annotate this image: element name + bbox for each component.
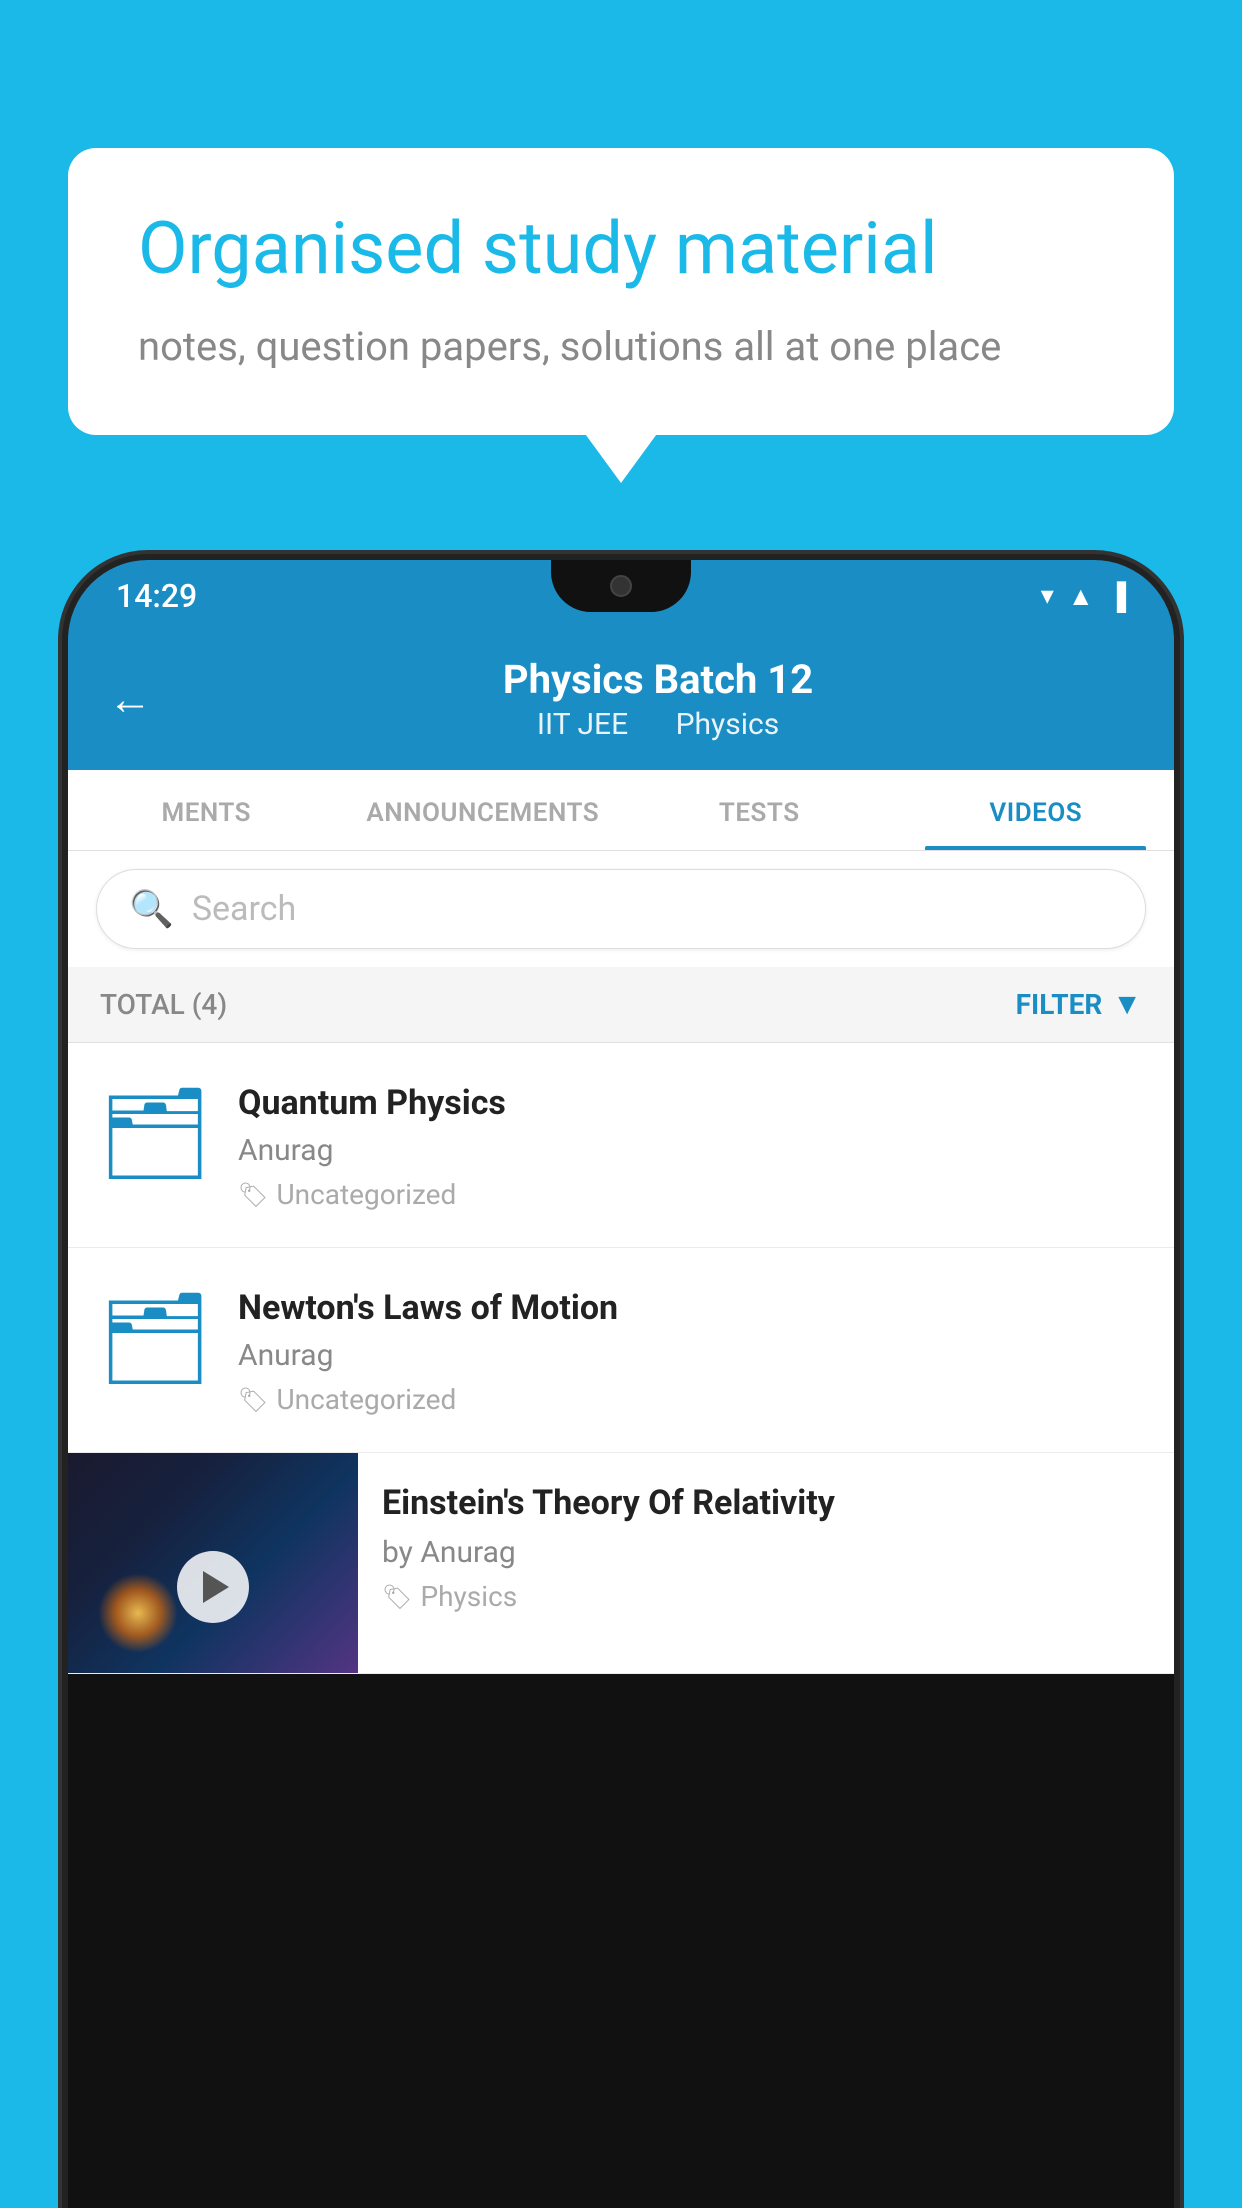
header-subtitle-part1: IIT JEE (537, 707, 628, 742)
camera (610, 575, 632, 597)
list-item[interactable]: 🗂 Quantum Physics Anurag 🏷 Uncategorized (68, 1043, 1174, 1248)
video-thumbnail (68, 1453, 358, 1673)
folder-icon: 🗂 (98, 1294, 212, 1384)
phone-frame: 14:29 ▾ ▲ ▐ ← Physics Batch 12 IIT JEE P… (68, 560, 1174, 2208)
header-title: Physics Batch 12 (503, 656, 813, 703)
tag-label: Uncategorized (276, 1383, 456, 1416)
tag-icon: 🏷 (238, 1181, 268, 1209)
filter-label: FILTER (1016, 988, 1103, 1021)
video-tag: 🏷 Uncategorized (238, 1383, 1142, 1416)
video-tag: 🏷 Physics (382, 1580, 1150, 1613)
video-author: by Anurag (382, 1535, 1150, 1570)
video-title: Einstein's Theory Of Relativity (382, 1481, 1150, 1525)
folder-icon: 🗂 (98, 1089, 212, 1179)
search-placeholder: Search (192, 889, 296, 929)
search-bar[interactable]: 🔍 Search (96, 869, 1146, 949)
item-info: Einstein's Theory Of Relativity by Anura… (358, 1453, 1174, 1641)
notch (551, 560, 691, 612)
tab-ments[interactable]: MENTS (68, 770, 345, 850)
list-item[interactable]: Einstein's Theory Of Relativity by Anura… (68, 1453, 1174, 1674)
item-info: Newton's Laws of Motion Anurag 🏷 Uncateg… (238, 1284, 1142, 1416)
search-icon: 🔍 (129, 888, 174, 930)
search-container: 🔍 Search (68, 851, 1174, 967)
filter-bar: TOTAL (4) FILTER ▼ (68, 967, 1174, 1043)
back-button[interactable]: ← (108, 673, 152, 725)
signal-icon: ▲ (1068, 581, 1094, 612)
tag-label: Physics (420, 1580, 517, 1613)
bubble-title: Organised study material (138, 208, 1104, 291)
filter-icon: ▼ (1112, 987, 1142, 1022)
promo-section: Organised study material notes, question… (68, 148, 1174, 435)
tab-videos[interactable]: VIDEOS (898, 770, 1175, 850)
app-header: ← Physics Batch 12 IIT JEE Physics (68, 632, 1174, 770)
tab-announcements[interactable]: ANNOUNCEMENTS (345, 770, 622, 850)
thumbnail-glow (98, 1573, 178, 1653)
status-time: 14:29 (116, 577, 197, 615)
video-title: Newton's Laws of Motion (238, 1288, 1142, 1328)
header-subtitle: IIT JEE Physics (527, 707, 789, 742)
header-info: Physics Batch 12 IIT JEE Physics (182, 656, 1134, 742)
header-subtitle-part2: Physics (676, 707, 780, 742)
filter-button[interactable]: FILTER ▼ (1016, 987, 1142, 1022)
battery-icon: ▐ (1108, 581, 1126, 612)
tag-icon: 🏷 (238, 1386, 268, 1414)
play-icon (203, 1571, 229, 1603)
video-author: Anurag (238, 1338, 1142, 1373)
tabs-bar: MENTS ANNOUNCEMENTS TESTS VIDEOS (68, 770, 1174, 851)
folder-icon-wrap: 🗂 (100, 1284, 210, 1394)
status-bar: 14:29 ▾ ▲ ▐ (68, 560, 1174, 632)
content-area: 🗂 Quantum Physics Anurag 🏷 Uncategorized… (68, 1043, 1174, 1674)
video-author: Anurag (238, 1133, 1142, 1168)
bubble-subtitle: notes, question papers, solutions all at… (138, 319, 1104, 375)
video-tag: 🏷 Uncategorized (238, 1178, 1142, 1211)
play-button[interactable] (177, 1551, 249, 1623)
total-count: TOTAL (4) (100, 988, 227, 1021)
list-item[interactable]: 🗂 Newton's Laws of Motion Anurag 🏷 Uncat… (68, 1248, 1174, 1453)
wifi-icon: ▾ (1041, 581, 1054, 611)
tag-label: Uncategorized (276, 1178, 456, 1211)
tab-tests[interactable]: TESTS (621, 770, 898, 850)
tag-icon: 🏷 (382, 1583, 412, 1611)
item-info: Quantum Physics Anurag 🏷 Uncategorized (238, 1079, 1142, 1211)
speech-bubble: Organised study material notes, question… (68, 148, 1174, 435)
status-icons: ▾ ▲ ▐ (1041, 581, 1126, 612)
folder-icon-wrap: 🗂 (100, 1079, 210, 1189)
video-title: Quantum Physics (238, 1083, 1142, 1123)
